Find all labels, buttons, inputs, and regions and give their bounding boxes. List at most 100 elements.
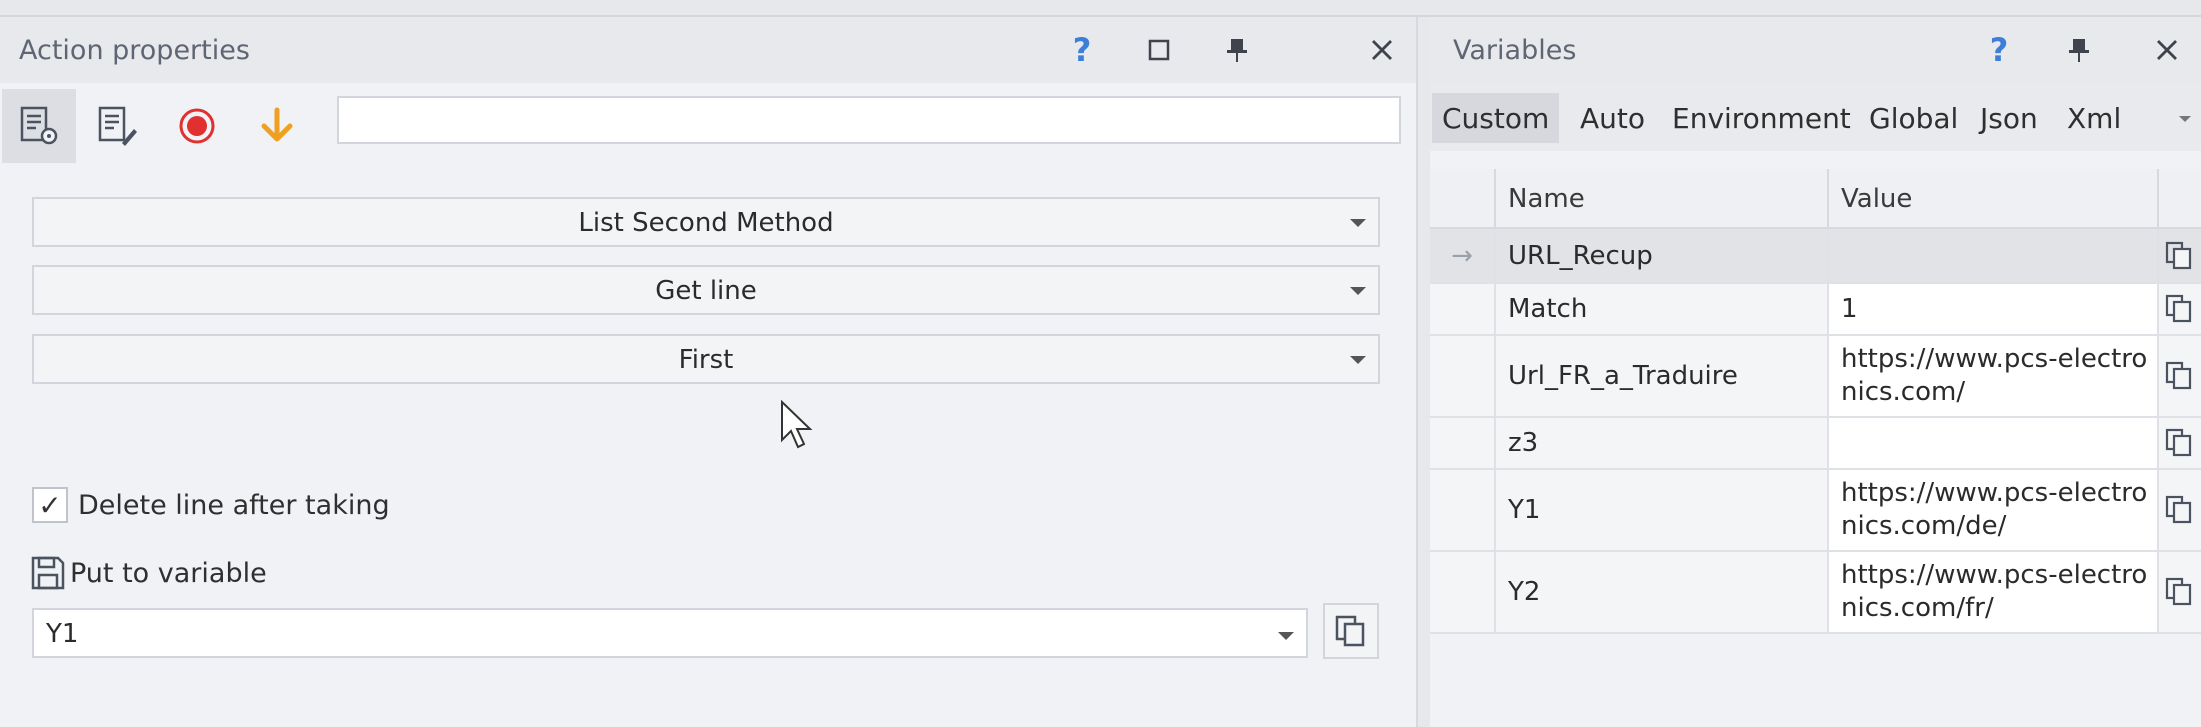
tab-label: Environment [1672,101,1851,135]
table-row[interactable]: Match 1 [1430,284,2201,336]
copy-icon [1335,615,1365,647]
settings-view-button[interactable] [2,89,76,163]
variable-select-value: Y1 [46,619,79,649]
variable-name[interactable]: Y1 [1496,470,1829,550]
row-copy-button[interactable] [2159,552,2201,632]
tabs-overflow-dropdown[interactable] [2179,116,2191,122]
variable-name[interactable]: URL_Recup [1496,229,1829,282]
current-row-arrow-icon: → [1430,229,1496,282]
delete-line-checkbox-row[interactable]: ✓ Delete line after taking [32,487,390,523]
operation-dropdown[interactable]: Get line [32,265,1380,315]
help-icon: ? [1989,31,2009,69]
pin-button[interactable] [1217,30,1257,70]
row-indicator [1430,284,1496,334]
arrow-down-icon [261,107,293,142]
mouse-cursor-icon [781,400,813,449]
table-row[interactable]: Y1 https://www.pcs-electronics.com/de/ [1430,470,2201,552]
pin-icon [1227,39,1247,62]
row-copy-button[interactable] [2159,336,2201,416]
variables-panel-title: Variables [1453,35,1577,66]
edit-view-button[interactable] [80,89,154,163]
panel-title: Action properties [19,35,250,66]
pin-icon [2069,39,2089,62]
chevron-down-icon [1350,219,1366,227]
tab-label: Xml [2067,101,2122,135]
row-copy-button[interactable] [2159,284,2201,334]
put-to-variable-row: Put to variable [30,555,267,591]
copy-icon [2165,294,2192,323]
table-row[interactable]: Y2 https://www.pcs-electronics.com/fr/ [1430,552,2201,634]
grid-header-copy [2159,169,2201,229]
row-copy-button[interactable] [2159,418,2201,468]
tab-custom[interactable]: Custom [1432,93,1560,143]
grid-header-indicator [1430,169,1496,229]
save-icon [31,556,65,590]
column-header-name[interactable]: Name [1496,169,1829,229]
close-button[interactable] [1362,30,1402,70]
copy-icon [2165,241,2192,269]
tab-xml[interactable]: Xml [2057,93,2131,143]
variable-value[interactable] [1829,229,2159,282]
variables-help-button[interactable]: ? [1979,30,2019,70]
record-button[interactable] [160,89,234,163]
variables-pin-button[interactable] [2059,30,2099,70]
maximize-icon [1148,39,1170,61]
row-indicator [1430,470,1496,550]
tab-environment[interactable]: Environment [1662,93,1861,143]
variables-panel-header: Variables ? [1430,17,2201,83]
chevron-down-icon [1350,287,1366,295]
table-row[interactable]: z3 [1430,418,2201,470]
help-icon: ? [1072,31,1092,69]
top-strip [0,0,2201,17]
tab-label: Auto [1580,101,1646,135]
variable-copy-button[interactable] [1323,603,1379,659]
row-copy-button[interactable] [2159,229,2201,282]
column-value-label: Value [1841,184,1913,214]
variable-value[interactable] [1829,418,2159,468]
row-indicator [1430,552,1496,632]
tab-global[interactable]: Global [1859,93,1968,143]
tab-label: Global [1869,101,1959,135]
variable-value[interactable]: https://www.pcs-electronics.com/de/ [1829,470,2159,550]
step-into-button[interactable] [240,89,314,163]
copy-icon [2165,495,2192,524]
operation-dropdown-value: Get line [655,276,757,306]
table-row[interactable]: → URL_Recup [1430,229,2201,284]
variable-value[interactable]: 1 [1829,284,2159,334]
variable-name[interactable]: z3 [1496,418,1829,468]
method-dropdown[interactable]: List Second Method [32,197,1380,247]
position-dropdown-value: First [678,345,734,375]
delete-line-checkbox[interactable]: ✓ [32,487,68,523]
position-dropdown[interactable]: First [32,334,1380,384]
column-header-value[interactable]: Value [1829,169,2159,229]
action-search-input[interactable] [337,96,1401,144]
close-icon [2157,40,2177,60]
row-indicator [1430,418,1496,468]
tab-label: Custom [1442,101,1550,135]
row-indicator [1430,336,1496,416]
help-button[interactable]: ? [1062,30,1102,70]
variables-close-button[interactable] [2147,30,2187,70]
variable-value[interactable]: https://www.pcs-electronics.com/fr/ [1829,552,2159,632]
copy-icon [2165,428,2192,457]
maximize-button[interactable] [1139,30,1179,70]
variable-name[interactable]: Match [1496,284,1829,334]
method-dropdown-value: List Second Method [578,208,834,238]
variable-value[interactable]: https://www.pcs-electronics.com/ [1829,336,2159,416]
tab-auto[interactable]: Auto [1570,93,1655,143]
put-to-variable-label: Put to variable [70,557,267,589]
record-icon [179,108,215,144]
checkmark-icon: ✓ [38,488,62,522]
tab-label: Json [1980,101,2038,135]
variables-tabs: Custom Auto Environment Global Json Xml [1430,83,2201,151]
copy-icon [2165,361,2192,390]
tab-json[interactable]: Json [1970,93,2048,143]
variable-name[interactable]: Url_FR_a_Traduire [1496,336,1829,416]
row-copy-button[interactable] [2159,470,2201,550]
variable-select[interactable]: Y1 [32,608,1308,658]
variable-name[interactable]: Y2 [1496,552,1829,632]
copy-icon [2165,577,2192,606]
table-row[interactable]: Url_FR_a_Traduire https://www.pcs-electr… [1430,336,2201,418]
grid-header: Name Value [1430,169,2201,229]
list-settings-icon [20,106,58,145]
